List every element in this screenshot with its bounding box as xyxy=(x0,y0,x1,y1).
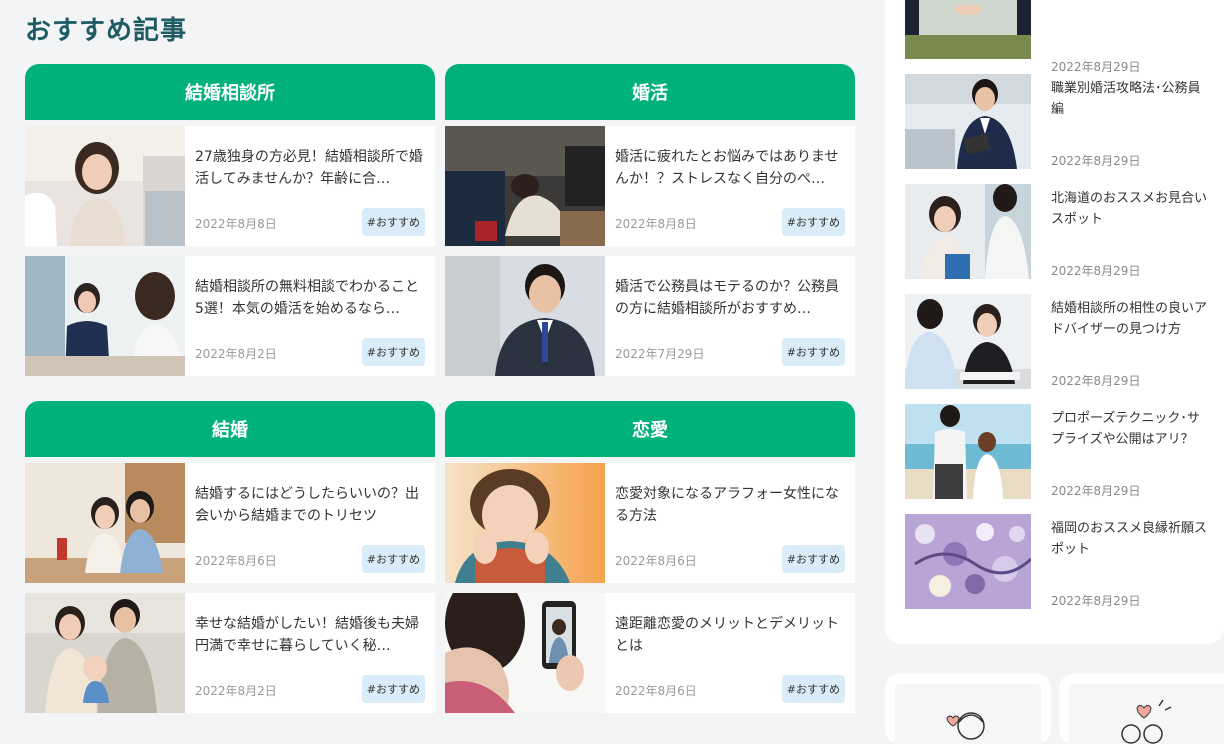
sidebar-article-date: 2022年8月29日 xyxy=(1051,594,1141,608)
sidebar-article-date: 2022年8月29日 xyxy=(1051,60,1141,74)
sidebar-article-date: 2022年8月29日 xyxy=(1051,154,1141,168)
article-card[interactable]: 幸せな結婚がしたい！結婚後も夫婦円満で幸せに暮らしていく秘… 2022年8月2日… xyxy=(25,593,435,713)
sidebar-article-thumbnail[interactable] xyxy=(905,514,1031,609)
category-block-kekkon: 結婚 結婚するにはどうしたらいいの？出会いから結婚までのトリセツ 2022年8月… xyxy=(25,401,435,713)
article-tag[interactable]: #おすすめ xyxy=(361,545,425,573)
category-header[interactable]: 結婚相談所 xyxy=(25,64,435,120)
category-block-kekkon-soudanjo: 結婚相談所 27歳独身の方必見！結婚相談所で婚活してみませんか？年齢に合… 20… xyxy=(25,64,435,376)
article-tag[interactable]: #おすすめ xyxy=(781,208,845,236)
section-title: おすすめ記事 xyxy=(25,16,188,46)
sidebar-article[interactable]: 職業別婚活攻略法･公務員編 2022年8月29日 xyxy=(905,74,1215,169)
article-title[interactable]: 27歳独身の方必見！結婚相談所で婚活してみませんか？年齢に合… xyxy=(195,146,425,190)
sidebar-article-date: 2022年8月29日 xyxy=(1051,374,1141,388)
article-thumbnail[interactable] xyxy=(445,256,605,376)
sidebar-article-title[interactable]: 北海道のおススメお見合いスポット xyxy=(1051,188,1211,230)
banner-image[interactable] xyxy=(1069,684,1224,744)
article-date: 2022年8月6日 xyxy=(195,554,277,568)
article-card[interactable]: 結婚するにはどうしたらいいの？出会いから結婚までのトリセツ 2022年8月6日 … xyxy=(25,463,435,583)
article-title[interactable]: 幸せな結婚がしたい！結婚後も夫婦円満で幸せに暮らしていく秘… xyxy=(195,613,425,657)
sidebar-article-thumbnail[interactable] xyxy=(905,0,1031,75)
article-thumbnail[interactable] xyxy=(25,256,185,376)
category-block-konkatsu: 婚活 婚活に疲れたとお悩みではありませんか！？ストレスなく自分のぺ… 2022年… xyxy=(445,64,855,376)
couple-illustration-icon xyxy=(1121,699,1172,744)
article-card[interactable]: 婚活で公務員はモテるのか？公務員の方に結婚相談所がおすすめ… 2022年7月29… xyxy=(445,256,855,376)
article-thumbnail[interactable] xyxy=(25,593,185,713)
sidebar-article-thumbnail[interactable] xyxy=(905,74,1031,169)
sidebar-article-thumbnail[interactable] xyxy=(905,294,1031,389)
category-header[interactable]: 恋愛 xyxy=(445,401,855,457)
sidebar-article-title[interactable]: 職業別婚活攻略法･公務員編 xyxy=(1051,78,1211,120)
sidebar-article-thumbnail[interactable] xyxy=(905,404,1031,499)
article-date: 2022年8月2日 xyxy=(195,347,277,361)
article-thumbnail[interactable] xyxy=(445,463,605,583)
article-date: 2022年8月6日 xyxy=(615,684,697,698)
article-thumbnail[interactable] xyxy=(445,126,605,246)
article-card[interactable]: 遠距離恋愛のメリットとデメリットとは 2022年8月6日 #おすすめ xyxy=(445,593,855,713)
sidebar-article[interactable]: プロポーズテクニック･サプライズや公開はアリ？ 2022年8月29日 xyxy=(905,404,1215,499)
article-card[interactable]: 結婚相談所の無料相談でわかること5選！本気の婚活を始めるなら… 2022年8月2… xyxy=(25,256,435,376)
sidebar-article-date: 2022年8月29日 xyxy=(1051,484,1141,498)
article-thumbnail[interactable] xyxy=(445,593,605,713)
article-card[interactable]: 婚活に疲れたとお悩みではありませんか！？ストレスなく自分のぺ… 2022年8月8… xyxy=(445,126,855,246)
article-title[interactable]: 結婚相談所の無料相談でわかること5選！本気の婚活を始めるなら… xyxy=(195,276,425,320)
article-title[interactable]: 婚活で公務員はモテるのか？公務員の方に結婚相談所がおすすめ… xyxy=(615,276,845,320)
banner-card-right[interactable] xyxy=(1059,674,1224,744)
banner-image[interactable] xyxy=(895,684,1041,744)
article-date: 2022年7月29日 xyxy=(615,347,705,361)
category-block-renai: 恋愛 恋愛対象になるアラフォー女性になる方法 2022年8月6日 #おすすめ 遠… xyxy=(445,401,855,713)
category-title: 恋愛 xyxy=(632,420,668,441)
category-title: 結婚 xyxy=(212,420,248,441)
sidebar-article-title[interactable]: プロポーズテクニック･サプライズや公開はアリ？ xyxy=(1051,408,1211,450)
sidebar-article-title[interactable]: 結婚相談所の相性の良いアドバイザーの見つけ方 xyxy=(1051,298,1211,340)
article-date: 2022年8月2日 xyxy=(195,684,277,698)
article-tag[interactable]: #おすすめ xyxy=(781,675,845,703)
article-tag[interactable]: #おすすめ xyxy=(361,675,425,703)
article-title[interactable]: 遠距離恋愛のメリットとデメリットとは xyxy=(615,613,845,657)
article-tag[interactable]: #おすすめ xyxy=(361,338,425,366)
article-card[interactable]: 恋愛対象になるアラフォー女性になる方法 2022年8月6日 #おすすめ xyxy=(445,463,855,583)
article-title[interactable]: 婚活に疲れたとお悩みではありませんか！？ストレスなく自分のぺ… xyxy=(615,146,845,190)
article-tag[interactable]: #おすすめ xyxy=(781,545,845,573)
article-tag[interactable]: #おすすめ xyxy=(361,208,425,236)
sidebar-article[interactable]: 福岡のおススメ良縁祈願スポット 2022年8月29日 xyxy=(905,514,1215,609)
category-title: 結婚相談所 xyxy=(185,83,275,104)
category-title: 婚活 xyxy=(632,83,668,104)
article-thumbnail[interactable] xyxy=(25,126,185,246)
sidebar-article[interactable]: 2022年8月29日 xyxy=(905,0,1215,75)
sidebar-article[interactable]: 結婚相談所の相性の良いアドバイザーの見つけ方 2022年8月29日 xyxy=(905,294,1215,389)
article-thumbnail[interactable] xyxy=(25,463,185,583)
sidebar-article-title[interactable]: 福岡のおススメ良縁祈願スポット xyxy=(1051,518,1211,560)
article-date: 2022年8月8日 xyxy=(195,217,277,231)
sidebar-article[interactable]: 北海道のおススメお見合いスポット 2022年8月29日 xyxy=(905,184,1215,279)
banner-card-left[interactable] xyxy=(885,674,1051,744)
article-date: 2022年8月8日 xyxy=(615,217,697,231)
article-title[interactable]: 恋愛対象になるアラフォー女性になる方法 xyxy=(615,483,845,527)
category-header[interactable]: 婚活 xyxy=(445,64,855,120)
sidebar-article-thumbnail[interactable] xyxy=(905,184,1031,279)
article-title[interactable]: 結婚するにはどうしたらいいの？出会いから結婚までのトリセツ xyxy=(195,483,425,527)
article-card[interactable]: 27歳独身の方必見！結婚相談所で婚活してみませんか？年齢に合… 2022年8月8… xyxy=(25,126,435,246)
sidebar-article-list: 2022年8月29日 職業別婚活攻略法･公務員編 2022年8月29日 北海道の… xyxy=(885,0,1224,644)
category-header[interactable]: 結婚 xyxy=(25,401,435,457)
person-illustration-icon xyxy=(946,712,985,740)
sidebar-article-date: 2022年8月29日 xyxy=(1051,264,1141,278)
article-tag[interactable]: #おすすめ xyxy=(781,338,845,366)
article-date: 2022年8月6日 xyxy=(615,554,697,568)
